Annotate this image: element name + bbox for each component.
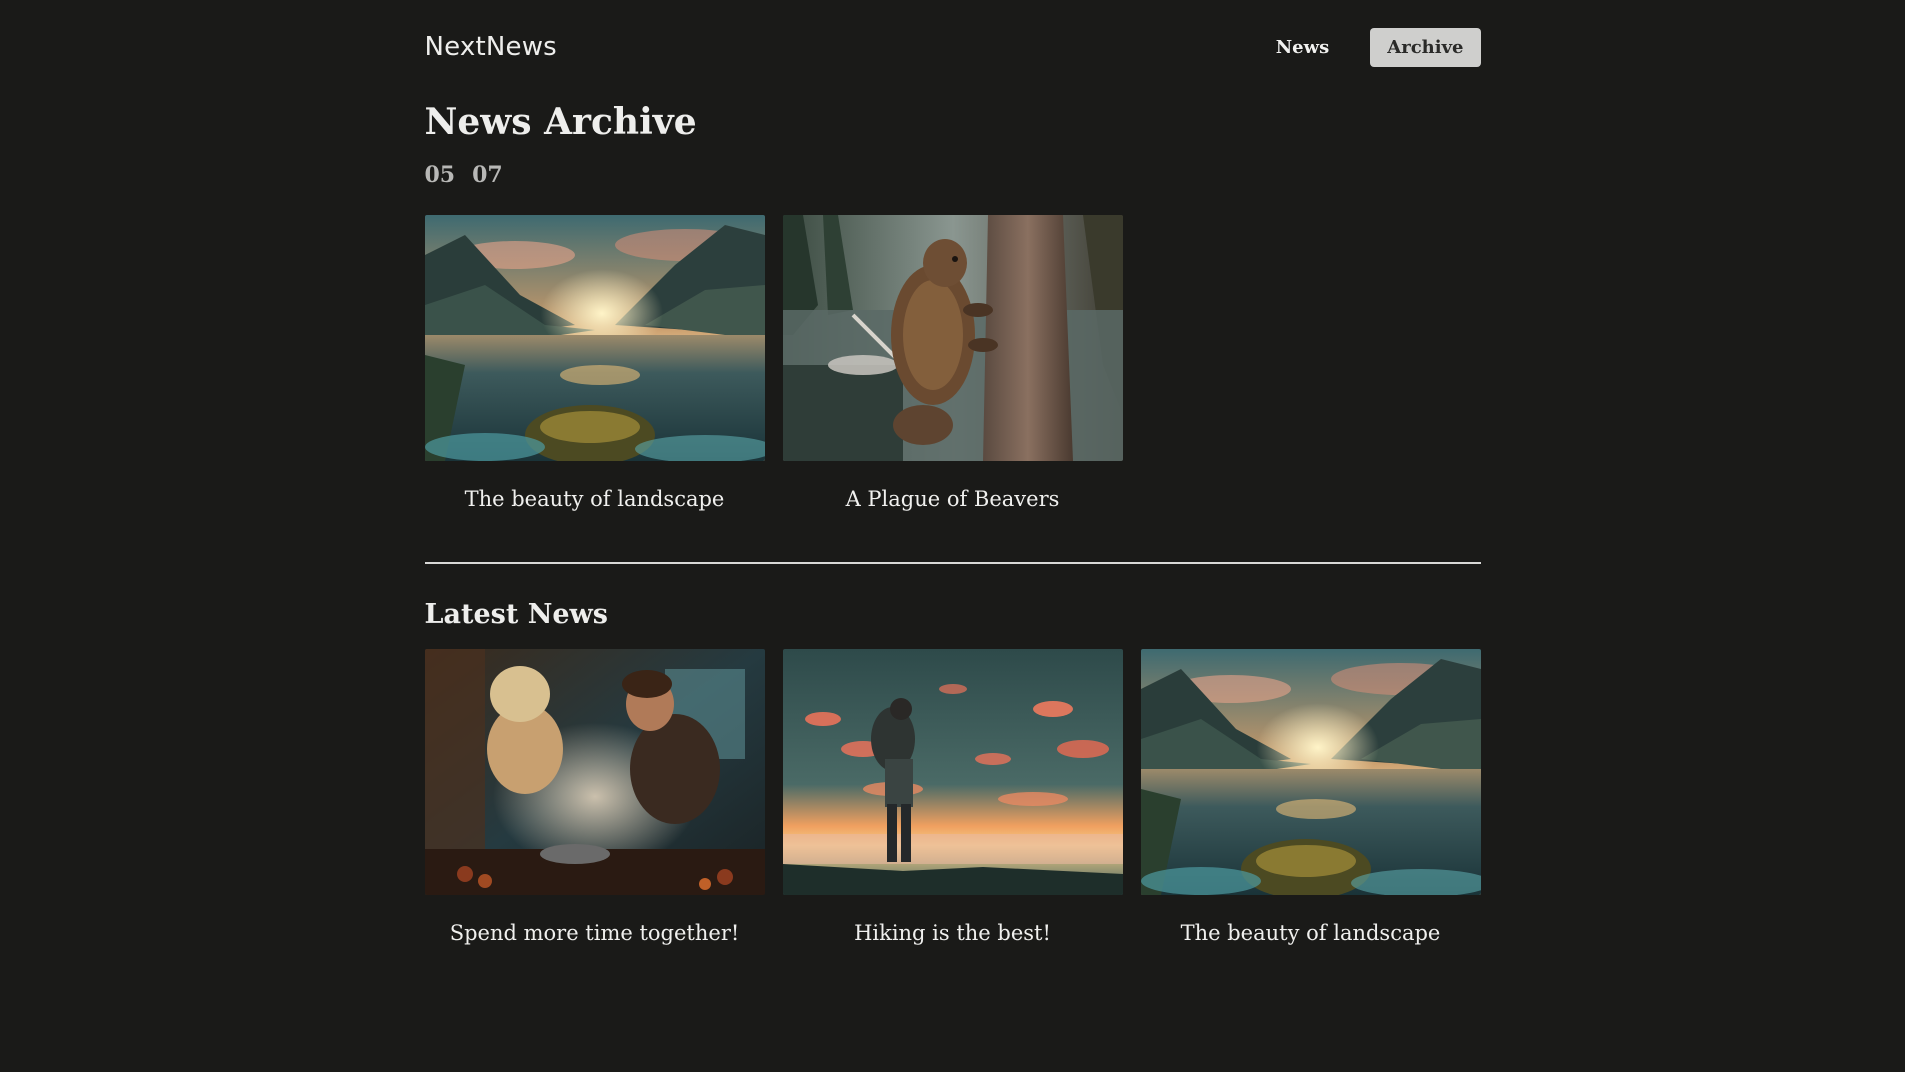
nav-news[interactable]: News xyxy=(1259,28,1347,67)
news-card[interactable]: The beauty of landscape xyxy=(1140,649,1481,946)
card-title: The beauty of landscape xyxy=(1180,921,1441,946)
news-card[interactable]: Hiking is the best! xyxy=(782,649,1123,946)
landscape-image xyxy=(424,215,765,462)
section-divider xyxy=(424,562,1481,565)
hiking-image xyxy=(782,649,1123,896)
card-title: A Plague of Beavers xyxy=(845,487,1060,512)
card-title: The beauty of landscape xyxy=(464,487,725,512)
card-title: Hiking is the best! xyxy=(854,921,1051,946)
card-title: Spend more time together! xyxy=(449,921,740,946)
year-filter: 05 07 xyxy=(425,162,1481,188)
beaver-image xyxy=(782,215,1123,462)
year-link[interactable]: 07 xyxy=(472,162,503,188)
archive-grid: The beauty of landscape A Plague of Beav… xyxy=(424,215,1481,512)
year-link[interactable]: 05 xyxy=(425,162,456,188)
section-title: Latest News xyxy=(424,599,609,631)
news-card[interactable]: Spend more time together! xyxy=(424,649,765,946)
news-card[interactable]: A Plague of Beavers xyxy=(782,215,1123,512)
site-logo[interactable]: NextNews xyxy=(425,32,557,62)
latest-news-grid: Spend more time together! Hiking is the … xyxy=(424,649,1481,946)
site-header: NextNews News Archive xyxy=(425,27,1481,67)
cooking-image xyxy=(424,649,765,896)
landscape-image xyxy=(1140,649,1481,896)
news-card[interactable]: The beauty of landscape xyxy=(424,215,765,512)
nav-archive[interactable]: Archive xyxy=(1370,27,1481,67)
page: NextNews News Archive News Archive 05 07 xyxy=(424,0,1481,946)
page-title: News Archive xyxy=(424,101,697,143)
main-nav: News Archive xyxy=(1259,27,1481,67)
